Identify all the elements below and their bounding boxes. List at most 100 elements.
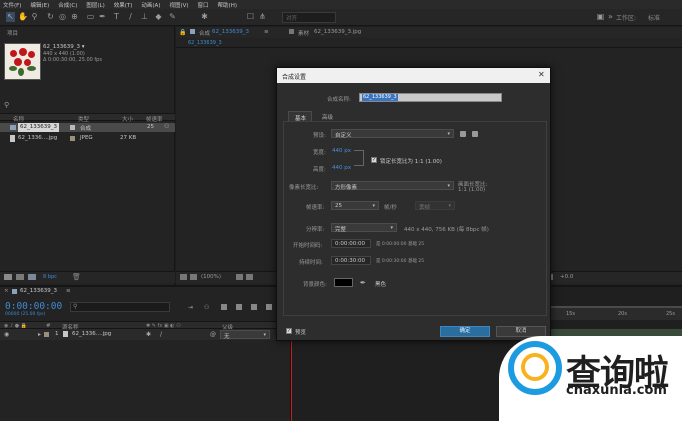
grid-icon[interactable] — [236, 274, 243, 280]
duration-input[interactable]: 0:00:30:00 — [331, 256, 371, 265]
pickwhip-icon[interactable]: @ — [210, 331, 216, 338]
parent-select[interactable]: 无 ▾ — [220, 330, 270, 340]
close-icon[interactable]: × — [4, 288, 9, 294]
exposure-value[interactable]: +0.0 — [560, 274, 573, 280]
timeline-tab-label[interactable]: 62_133639_3 — [20, 288, 57, 294]
tab-comp-label[interactable]: 合成 — [199, 29, 210, 37]
snap-options-icon[interactable]: ⋔ — [258, 12, 267, 22]
drop-frame-select[interactable]: 丢帧 ▾ — [415, 201, 455, 211]
menu-effect[interactable]: 效果(T) — [114, 1, 133, 9]
playhead[interactable] — [291, 330, 292, 421]
timeline-layer-row[interactable]: ◉ ▸ 1 62_1336....jpg ✱ / @ 无 ▾ — [0, 329, 290, 340]
eyedropper-icon[interactable]: ✒ — [360, 279, 366, 287]
col-type[interactable]: 类型 — [78, 115, 89, 123]
menu-view[interactable]: 视图(V) — [169, 1, 188, 9]
delete-preset-icon[interactable] — [472, 131, 478, 137]
viewer-subtab-label[interactable]: 62_133639_3 — [188, 40, 222, 46]
puppet-pin-icon[interactable]: ✱ — [200, 12, 209, 22]
pen-tool-icon[interactable]: ✒ — [98, 12, 107, 22]
always-preview-icon[interactable] — [180, 274, 187, 280]
menu-file[interactable]: 文件(F) — [3, 1, 21, 9]
search-icon[interactable]: ⚲ — [4, 101, 9, 109]
preview-checkbox[interactable]: ✓ — [286, 328, 292, 334]
workspace-arrow-icon[interactable]: » — [606, 12, 615, 22]
snap-checkbox-icon[interactable]: ☐ — [246, 12, 255, 22]
col-size[interactable]: 大小 — [122, 115, 133, 123]
lock-icon[interactable]: 🔒 — [179, 29, 186, 36]
resolution-select[interactable]: 完整 ▾ — [331, 223, 397, 233]
duration-value: 0:00:30:00 — [335, 258, 366, 264]
tab-advanced[interactable]: 高级 — [316, 111, 340, 121]
project-item-jpg[interactable]: 62_1336....jpg JPEG 27 KB — [0, 134, 175, 143]
pan-behind-icon[interactable]: ⊕ — [70, 12, 79, 22]
hand-tool-icon[interactable]: ✋ — [18, 12, 28, 22]
camera-icon[interactable] — [246, 274, 253, 280]
current-timecode[interactable]: 0:00:00:00 — [5, 301, 62, 312]
save-preset-icon[interactable] — [460, 131, 466, 137]
bg-color-swatch[interactable] — [334, 278, 353, 287]
new-composition-icon[interactable] — [28, 274, 36, 280]
frame-blend-icon[interactable] — [236, 304, 242, 310]
menu-composition[interactable]: 合成(C) — [58, 1, 77, 9]
workspace-value[interactable]: 标准 — [648, 13, 660, 22]
time-ruler[interactable]: 15s 20s 25s — [548, 308, 682, 320]
shy-icon[interactable] — [221, 304, 227, 310]
bpc-label[interactable]: 8 bpc — [43, 274, 57, 280]
menu-layer[interactable]: 图层(L) — [86, 1, 104, 9]
tab-basic[interactable]: 基本 — [288, 111, 312, 122]
zoom-level[interactable]: (100%) — [201, 274, 221, 280]
eye-icon[interactable]: ◉ — [4, 331, 9, 338]
text-tool-icon[interactable]: T — [112, 12, 121, 22]
lock-aspect-checkbox[interactable]: ✓ — [371, 157, 377, 163]
quality-icon[interactable]: / — [160, 331, 162, 338]
fps-select[interactable]: 25 ▾ — [331, 201, 379, 210]
project-item-comp[interactable]: 62_133639_3 合成 25 ⚇ — [0, 123, 175, 132]
roto-brush-icon[interactable]: ✎ — [168, 12, 177, 22]
trash-icon[interactable]: 🗑 — [72, 273, 81, 281]
draft-3d-icon[interactable]: ⚇ — [204, 304, 209, 311]
rotate-tool-icon[interactable]: ↻ — [46, 12, 55, 22]
interpret-footage-icon[interactable] — [4, 274, 12, 280]
clone-stamp-icon[interactable]: ⊥ — [140, 12, 149, 22]
col-name[interactable]: 名称 — [13, 115, 24, 123]
comp-name-input[interactable]: 62_133639_3 — [359, 93, 502, 102]
col-fps[interactable]: 帧速率 — [146, 115, 163, 123]
zoom-tool-icon[interactable]: ⚲ — [30, 12, 39, 22]
preset-select[interactable]: 自定义 ▾ — [331, 129, 454, 139]
menu-animation[interactable]: 动画(A) — [141, 1, 160, 9]
menu-edit[interactable]: 编辑(E) — [30, 1, 49, 9]
expand-arrow-icon[interactable]: ▸ — [38, 331, 41, 338]
pixel-aspect-select[interactable]: 方形像素 ▾ — [331, 181, 454, 191]
layer-switch-icon[interactable]: ✱ — [146, 331, 151, 338]
camera-tool-icon[interactable]: ◎ — [58, 12, 67, 22]
flowchart-icon[interactable]: ⚇ — [164, 123, 169, 130]
tab-footage-label[interactable]: 素材 — [298, 29, 309, 37]
selection-tool-icon[interactable]: ↖ — [6, 12, 15, 22]
tab-comp-name[interactable]: 62_133639_3 — [212, 29, 249, 35]
motion-blur-icon[interactable] — [251, 304, 257, 310]
toolbar-field[interactable]: 对齐 — [282, 12, 336, 23]
ruler-mark: 15s — [566, 311, 575, 317]
eraser-icon[interactable]: ◆ — [154, 12, 163, 22]
menu-help[interactable]: 帮助(H) — [218, 1, 237, 9]
comp-mini-flowchart-icon[interactable]: ⇥ — [188, 304, 193, 311]
tab-footage-name[interactable]: 62_133639_3.jpg — [314, 29, 361, 35]
graph-editor-icon[interactable] — [266, 304, 272, 310]
mask-visibility-icon[interactable] — [190, 274, 197, 280]
new-folder-icon[interactable] — [16, 274, 24, 280]
tab-close-icon[interactable]: ≡ — [264, 29, 269, 35]
brush-tool-icon[interactable]: / — [126, 12, 135, 22]
tab-menu-icon[interactable]: ≡ — [66, 288, 71, 294]
workspace-icon[interactable]: ▣ — [596, 12, 605, 22]
menu-window[interactable]: 窗口 — [198, 1, 209, 9]
start-timecode-input[interactable]: 0:00:00:00 — [331, 239, 371, 248]
project-item-fps: 25 — [147, 124, 154, 130]
layer-name[interactable]: 62_1336....jpg — [72, 331, 111, 337]
width-value[interactable]: 440 px — [332, 148, 351, 154]
ok-button[interactable]: 确定 — [440, 326, 490, 337]
close-icon[interactable]: ✕ — [538, 71, 545, 79]
rectangle-tool-icon[interactable]: ▭ — [86, 12, 95, 22]
timeline-search-input[interactable]: ⚲ — [70, 302, 170, 312]
height-value[interactable]: 440 px — [332, 165, 351, 171]
project-tab[interactable]: 项目 — [7, 29, 18, 37]
